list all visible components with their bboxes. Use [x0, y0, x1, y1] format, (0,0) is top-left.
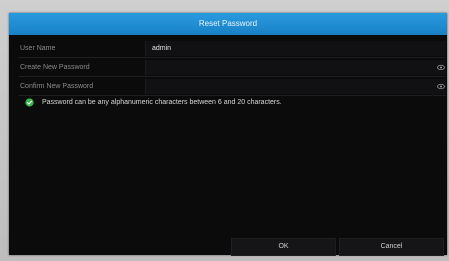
row-confirm-password: Confirm New Password — [18, 78, 446, 96]
user-name-label: User Name — [20, 45, 56, 52]
confirm-password-field[interactable] — [145, 79, 446, 94]
reset-password-dialog: Reset Password User Name admin Create Ne… — [9, 13, 447, 256]
check-circle-icon — [25, 97, 34, 107]
screen-background: Reset Password User Name admin Create Ne… — [0, 0, 449, 261]
row-user-name: User Name admin — [18, 40, 446, 58]
cancel-button[interactable]: Cancel — [339, 238, 444, 256]
confirm-password-label: Confirm New Password — [20, 83, 94, 90]
ok-button[interactable]: OK — [231, 238, 336, 256]
user-name-value: admin — [152, 45, 172, 52]
dialog-title: Reset Password — [9, 13, 447, 35]
row-create-password: Create New Password — [18, 59, 446, 77]
show-password-icon[interactable] — [437, 83, 445, 90]
hint-text: Password can be any alphanumeric charact… — [42, 98, 282, 106]
create-password-label: Create New Password — [20, 64, 90, 71]
show-password-icon[interactable] — [437, 64, 445, 71]
password-form: User Name admin Create New Password Conf… — [18, 40, 446, 97]
password-hint: Password can be any alphanumeric charact… — [25, 96, 282, 108]
create-password-field[interactable] — [145, 60, 446, 75]
user-name-field[interactable]: admin — [145, 41, 446, 56]
